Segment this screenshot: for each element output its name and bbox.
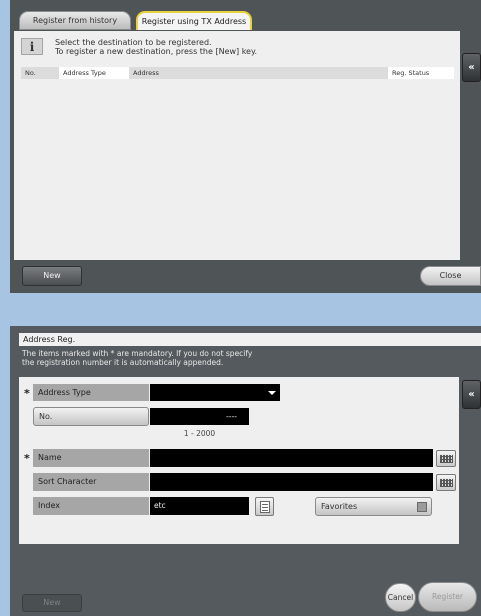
column-header-address-type: Address Type <box>59 67 129 79</box>
dialog-description-line1: The items marked with * are mandatory. I… <box>22 349 253 358</box>
favorites-checkbox-icon <box>417 502 427 512</box>
favorites-toggle[interactable]: Favorites <box>315 497 432 516</box>
sort-character-field[interactable] <box>150 473 433 491</box>
mandatory-marker-name: * <box>24 452 30 465</box>
index-field[interactable]: etc <box>150 497 249 515</box>
number-button[interactable]: No. <box>33 407 149 426</box>
expand-panel-button[interactable]: « <box>462 53 481 82</box>
tab-register-from-history[interactable]: Register from history <box>19 11 131 30</box>
name-keyboard-button[interactable] <box>436 450 456 467</box>
column-header-no: No. <box>21 67 59 79</box>
dialog-description-line2: the registration number it is automatica… <box>22 358 224 367</box>
new-button[interactable]: New <box>22 266 82 286</box>
sort-character-label: Sort Character <box>33 473 149 491</box>
dialog-description: The items marked with * are mandatory. I… <box>22 349 252 367</box>
number-field[interactable]: ---- <box>150 408 249 425</box>
close-button[interactable]: Close <box>420 266 481 286</box>
info-icon: i <box>21 38 43 55</box>
index-label: Index <box>33 497 149 515</box>
name-field[interactable] <box>150 449 433 467</box>
column-header-reg-status: Reg. Status <box>388 67 454 79</box>
cancel-button[interactable]: Cancel <box>385 583 416 612</box>
info-message-line2: To register a new destination, press the… <box>55 47 258 56</box>
dialog-title: Address Reg. <box>19 333 481 346</box>
column-header-address: Address <box>129 67 388 79</box>
register-button[interactable]: Register <box>418 582 477 612</box>
name-label: Name <box>33 449 149 467</box>
info-message-line1: Select the destination to be registered. <box>55 38 212 47</box>
dropdown-arrow-icon <box>268 391 276 395</box>
sort-character-keyboard-button[interactable] <box>436 474 456 491</box>
index-select-button[interactable] <box>255 497 274 516</box>
new-button-disabled: New <box>22 594 82 612</box>
address-type-dropdown[interactable] <box>150 384 280 401</box>
keyboard-icon <box>440 479 453 487</box>
keyboard-icon <box>440 455 453 463</box>
double-chevron-left-icon: « <box>468 389 475 400</box>
info-message: Select the destination to be registered.… <box>55 38 257 56</box>
double-chevron-left-icon: « <box>468 62 475 73</box>
mandatory-marker-address-type: * <box>24 387 30 400</box>
index-list-icon <box>260 501 270 513</box>
favorites-label: Favorites <box>321 502 358 511</box>
expand-dialog-button[interactable]: « <box>462 380 481 409</box>
number-range-hint: 1 - 2000 <box>183 429 216 438</box>
destination-list-header: No. Address Type Address Reg. Status <box>21 67 454 79</box>
history-content-area <box>14 31 460 260</box>
address-type-label: Address Type <box>33 384 149 401</box>
tab-register-using-tx-address[interactable]: Register using TX Address <box>136 11 252 30</box>
